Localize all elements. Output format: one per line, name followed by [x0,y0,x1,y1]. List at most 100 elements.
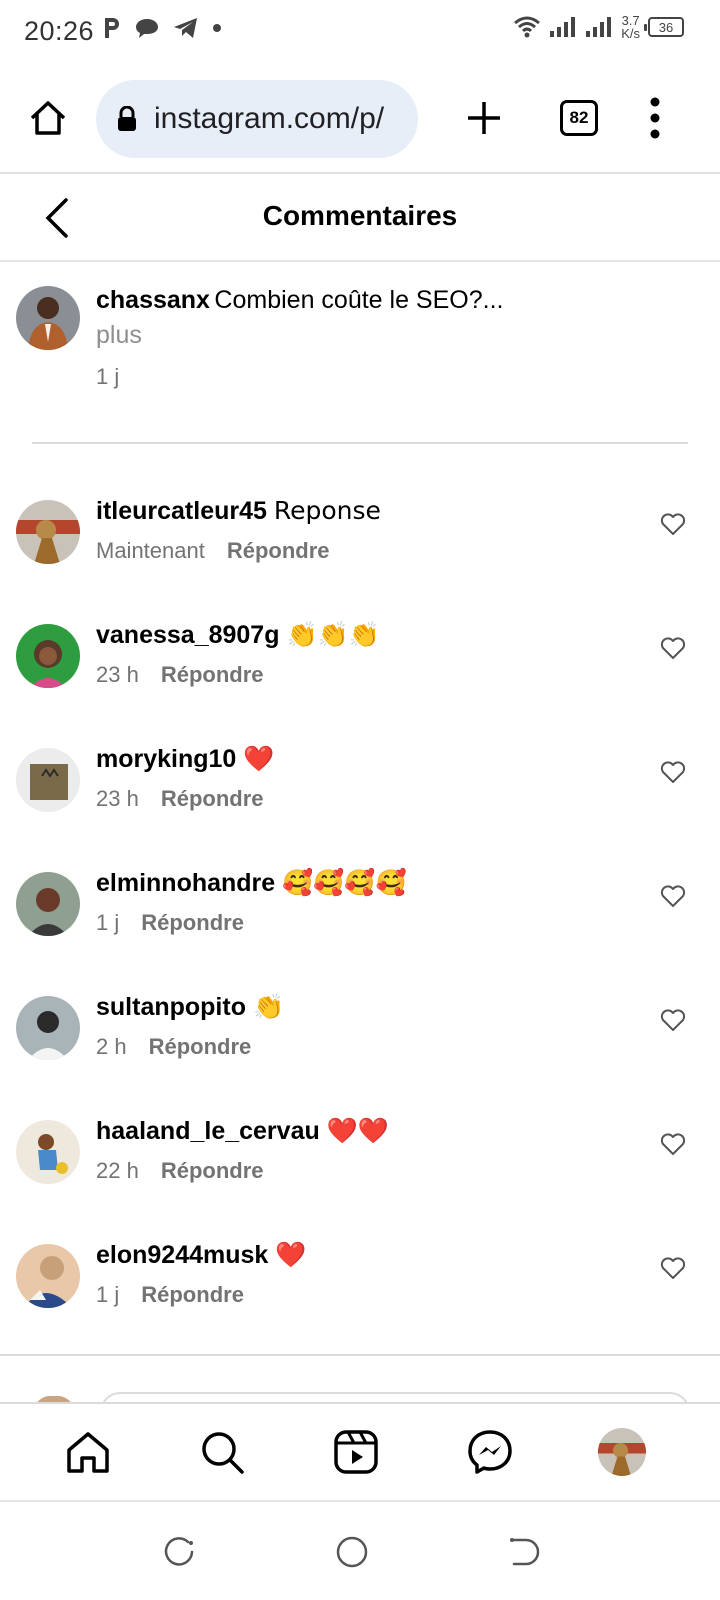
avatar[interactable] [16,996,80,1060]
comment-body: elminnohandre 🥰🥰🥰🥰 1 j Répondre [96,868,407,936]
list-item: moryking10 ❤️ 23 h Répondre [0,744,720,868]
profile-avatar [598,1428,646,1476]
heart-icon[interactable] [660,884,686,908]
url-text: instagram.com/p/ [154,102,385,135]
reply-button[interactable]: Répondre [141,910,244,935]
list-item: elminnohandre 🥰🥰🥰🥰 1 j Répondre [0,868,720,992]
bottom-nav [0,1402,720,1502]
comment-username[interactable]: haaland_le_cervau [96,1117,320,1145]
new-tab-icon[interactable] [466,100,502,136]
signal-icon-2 [586,17,612,37]
caption-username[interactable]: chassanx [96,286,210,314]
browser-home-icon[interactable] [28,98,68,138]
browser-menu-icon[interactable] [646,96,664,140]
list-item: haaland_le_cervau ❤️❤️ 22 h Répondre [0,1116,720,1240]
avatar[interactable] [16,500,80,564]
caption-body: chassanx Combien coûte le SEO?... plus 1… [96,286,503,390]
back-icon[interactable] [506,1534,542,1570]
comment-username[interactable]: sultanpopito [96,993,246,1021]
comment-username[interactable]: elminnohandre [96,869,275,897]
comment-time: 23 h [96,662,139,687]
home-icon [67,1432,109,1473]
avatar[interactable] [16,1244,80,1308]
avatar[interactable] [16,1120,80,1184]
heart-icon[interactable] [660,760,686,784]
comment-text: Reponse [273,496,381,525]
system-navigation [0,1504,720,1600]
list-item: elon9244musk ❤️ 1 j Répondre [0,1240,720,1364]
comments-bottom-divider [0,1354,720,1356]
comments-list: itleurcatleur45 Reponse Maintenant Répond… [0,496,720,1364]
reply-button[interactable]: Répondre [161,786,264,811]
heart-icon[interactable] [660,1256,686,1280]
comments-header: Commentaires [0,176,720,262]
messenger-icon [468,1430,512,1474]
comment-time: 23 h [96,786,139,811]
list-item: vanessa_8907g 👏👏👏 23 h Répondre [0,620,720,744]
net-speed: 3.7 K/s [621,14,640,40]
reply-button[interactable]: Répondre [161,662,264,687]
caption-text: Combien coûte le SEO?... [214,286,504,314]
comment-body: itleurcatleur45 Reponse Maintenant Répond… [96,496,381,564]
nav-reels[interactable] [330,1426,382,1478]
comment-username[interactable]: itleurcatleur45 [96,497,267,525]
nav-search[interactable] [196,1426,248,1478]
avatar[interactable] [16,872,80,936]
comment-time: 1 j [96,910,120,935]
comment-text: ❤️❤️ [326,1116,389,1145]
signal-icon-1 [550,17,576,37]
notification-icons [102,16,222,40]
comment-time: Maintenant [96,538,205,563]
reply-button[interactable]: Répondre [161,1158,264,1183]
avatar[interactable] [16,624,80,688]
heart-icon[interactable] [660,512,686,536]
browser-toolbar: instagram.com/p/ 82 [0,66,720,174]
comment-body: haaland_le_cervau ❤️❤️ 22 h Répondre [96,1116,389,1184]
comment-text: 👏👏👏 [286,620,380,649]
chat-bubble-icon [136,19,158,38]
reels-icon [334,1430,378,1474]
telegram-icon [174,18,197,38]
comment-username[interactable]: moryking10 [96,745,236,773]
page-title: Commentaires [262,200,458,231]
wifi-icon [514,16,541,38]
system-status-icons: 3.7 K/s 36 [513,14,684,40]
avatar[interactable] [16,286,80,350]
parking-app-icon [105,18,119,38]
recents-icon[interactable] [162,1534,198,1570]
comment-body: elon9244musk ❤️ 1 j Répondre [96,1240,306,1308]
comment-text: ❤️ [243,744,275,773]
comment-text: 👏 [252,992,285,1021]
comment-time: 2 h [96,1034,127,1059]
reply-button[interactable]: Répondre [227,538,330,563]
nav-profile[interactable] [596,1426,648,1478]
comment-text: 🥰🥰🥰🥰 [282,868,407,897]
search-icon [202,1432,244,1474]
comment-time: 22 h [96,1158,139,1183]
comment-body: sultanpopito 👏 2 h Répondre [96,992,284,1060]
comment-body: moryking10 ❤️ 23 h Répondre [96,744,274,812]
list-item: itleurcatleur45 Reponse Maintenant Répond… [0,496,720,620]
heart-icon[interactable] [660,1008,686,1032]
avatar[interactable] [16,748,80,812]
caption-more-link[interactable]: plus [96,321,503,350]
home-circle-icon[interactable] [334,1534,370,1570]
dot-icon [213,24,221,32]
caption-divider [32,442,688,444]
status-time: 20:26 [24,16,95,46]
address-bar[interactable]: instagram.com/p/ [96,80,418,158]
reply-button[interactable]: Répondre [149,1034,252,1059]
lock-icon [118,106,136,131]
nav-home[interactable] [62,1426,114,1478]
tab-switcher-button[interactable]: 82 [560,100,598,136]
reply-button[interactable]: Répondre [141,1282,244,1307]
comment-username[interactable]: elon9244musk [96,1241,268,1269]
net-speed-unit: K/s [621,26,640,41]
caption-time: 1 j [96,364,120,389]
battery-icon: 36 [644,17,684,37]
nav-messenger[interactable] [464,1426,516,1478]
heart-icon[interactable] [660,636,686,660]
status-bar: 20:26 3.7 K/s 36 [0,0,720,66]
comment-username[interactable]: vanessa_8907g [96,621,279,649]
heart-icon[interactable] [660,1132,686,1156]
